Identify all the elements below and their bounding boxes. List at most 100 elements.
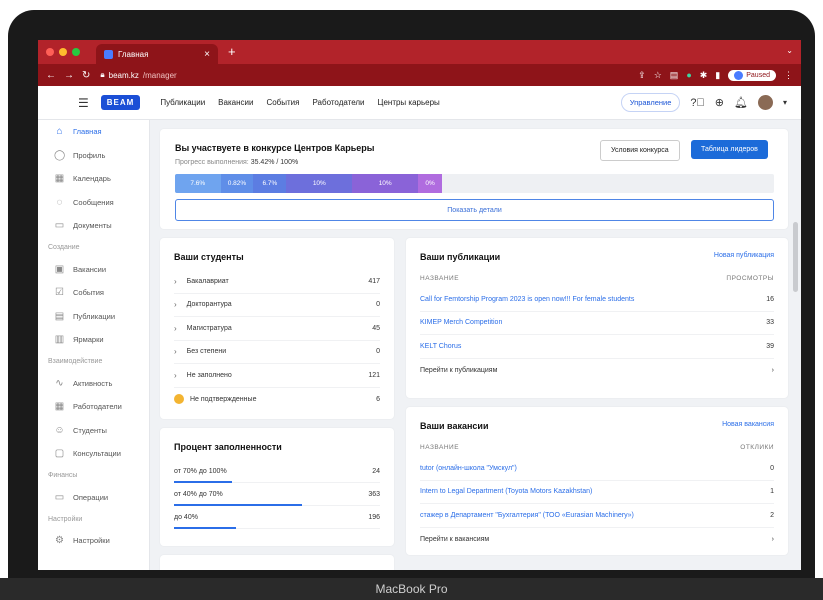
help-icon[interactable]: ?⃝ — [690, 97, 704, 109]
progress-segment: 10% — [286, 174, 353, 193]
menu-kebab-icon[interactable]: ⋮ — [784, 70, 793, 81]
globe-icon[interactable]: ⊕ — [715, 96, 724, 109]
scrollbar-thumb[interactable] — [793, 222, 798, 292]
new-vacancy-link[interactable]: Новая вакансия — [722, 421, 774, 428]
close-tab-icon[interactable]: × — [204, 49, 210, 60]
bookmark-star-icon[interactable]: ☆ — [654, 70, 662, 81]
sidebar-item-home[interactable]: ⌂ Главная — [38, 120, 149, 144]
sidebar-item-vacancies[interactable]: ▣ Вакансии — [38, 258, 149, 282]
table-row[interactable]: › Без степени 0 — [174, 341, 380, 364]
browser-tab[interactable]: Главная × — [96, 44, 218, 64]
fill-row[interactable]: до 40% 196 — [174, 506, 380, 529]
scrollbar[interactable] — [793, 132, 798, 512]
home-icon: ⌂ — [56, 126, 63, 138]
table-row[interactable]: Не подтвержденные 6 — [174, 388, 380, 412]
nav-career-centers[interactable]: Центры карьеры — [378, 98, 440, 107]
goto-vacancies-row[interactable]: Перейти к вакансиям › — [420, 528, 774, 552]
sidebar-toggle-icon[interactable]: ▮ — [715, 70, 720, 81]
new-publication-link[interactable]: Новая публикация — [714, 252, 774, 259]
fill-title: Процент заполненности — [174, 442, 282, 452]
table-row[interactable]: стажер в Департамент "Бухгалтерия" (ТОО … — [420, 504, 774, 528]
user-avatar[interactable] — [757, 95, 773, 110]
goto-vacancies-link[interactable]: Перейти к вакансиям — [420, 536, 489, 543]
nav-employers[interactable]: Работодатели — [312, 98, 364, 107]
sidebar-item-label: Публикации — [73, 311, 116, 321]
fill-count: 24 — [372, 467, 380, 475]
nav-vacancies[interactable]: Вакансии — [218, 98, 253, 107]
back-icon[interactable]: ← — [46, 70, 56, 81]
sidebar-item-consultations[interactable]: ▢ Консультации — [38, 442, 149, 466]
manage-button[interactable]: Управление — [620, 93, 681, 112]
nav-events[interactable]: События — [266, 98, 299, 107]
reload-icon[interactable]: ↻ — [82, 70, 90, 81]
contest-terms-button[interactable]: Условия конкурса — [600, 140, 680, 161]
forward-icon[interactable]: → — [64, 70, 74, 81]
vacancy-link[interactable]: стажер в Департамент "Бухгалтерия" (ТОО … — [420, 512, 634, 519]
url-field[interactable]: 🔒︎ beam.kz/manager — [100, 70, 176, 80]
sidebar-item-settings[interactable]: ⚙ Настройки — [38, 529, 149, 553]
leaderboard-button[interactable]: Таблица лидеров — [691, 140, 768, 159]
screen: Главная × + ⌄ ← → ↻ 🔒︎ beam.kz/manager ⇪… — [38, 40, 801, 570]
sidebar-item-fairs[interactable]: ▥ Ярмарки — [38, 328, 149, 352]
bell-icon[interactable]: 🔔︎ — [734, 96, 748, 109]
table-row[interactable]: › Не заполнено 121 — [174, 364, 380, 388]
sidebar-section-settings: Настройки — [48, 515, 83, 523]
fill-row[interactable]: от 40% до 70% 363 — [174, 483, 380, 506]
table-row[interactable]: › Бакалавриат 417 — [174, 270, 380, 294]
nav-publications[interactable]: Публикации — [160, 98, 205, 107]
publication-link[interactable]: KIMEP Merch Competition — [420, 319, 502, 326]
vacancy-link[interactable]: Intern to Legal Department (Toyota Motor… — [420, 488, 592, 495]
publication-link[interactable]: Call for Femtorship Program 2023 is open… — [420, 296, 634, 303]
table-row[interactable]: tutor (онлайн-школа "Умскул") 0 — [420, 457, 774, 481]
table-row[interactable]: Call for Femtorship Program 2023 is open… — [420, 288, 774, 312]
sidebar-section-create: Создание — [48, 244, 80, 251]
goto-publications-row[interactable]: Перейти к публикациям › — [420, 359, 774, 383]
sidebar-item-messages[interactable]: ◌ Сообщения — [38, 191, 149, 215]
sidebar-item-operations[interactable]: ▭ Операции — [38, 486, 149, 510]
goto-publications-link[interactable]: Перейти к публикациям — [420, 367, 497, 374]
hamburger-menu-icon[interactable]: ☰ — [78, 96, 89, 110]
chevron-right-icon: › — [174, 323, 177, 333]
table-row[interactable]: › Магистратура 45 — [174, 317, 380, 341]
fill-row[interactable]: от 70% до 100% 24 — [174, 460, 380, 483]
table-row[interactable]: Intern to Legal Department (Toyota Motor… — [420, 481, 774, 504]
puzzle-icon[interactable]: ✱ — [700, 70, 708, 81]
maximize-window-button[interactable] — [72, 48, 80, 56]
sidebar-item-label: Главная — [73, 127, 102, 137]
sidebar-item-profile[interactable]: ◯ Профиль — [38, 144, 149, 168]
app-header: ☰ BEAM Публикации Вакансии События Работ… — [38, 86, 801, 120]
sidebar-item-label: Консультации — [73, 449, 121, 459]
logo[interactable]: BEAM — [100, 95, 141, 110]
show-details-button[interactable]: Показать детали — [175, 199, 774, 221]
table-row[interactable]: KELT Chorus 39 — [420, 335, 774, 359]
tab-search-icon[interactable]: ⌄ — [786, 46, 793, 55]
chevron-down-icon[interactable]: ▾ — [783, 98, 787, 107]
sidebar-item-documents[interactable]: ▭ Документы — [38, 214, 149, 238]
table-row[interactable]: › Докторантура 0 — [174, 294, 380, 317]
extension-icon[interactable]: ▤ — [670, 70, 679, 81]
students-card: Ваши студенты › Бакалавриат 417 › Докторант… — [160, 238, 394, 419]
profile-button[interactable]: Paused — [728, 69, 776, 81]
vacancy-link[interactable]: tutor (онлайн-школа "Умскул") — [420, 465, 517, 472]
share-icon[interactable]: ⇪ — [638, 70, 646, 81]
new-tab-icon[interactable]: + — [228, 44, 236, 59]
profile-label: Paused — [746, 71, 770, 79]
publication-views: 33 — [766, 319, 774, 327]
sidebar-item-employers[interactable]: ▦ Работодатели — [38, 395, 149, 419]
sidebar-item-label: Документы — [73, 221, 112, 231]
fill-range: от 70% до 100% — [174, 467, 227, 475]
sidebar-item-label: Профиль — [73, 150, 106, 160]
sidebar-item-students[interactable]: ☺ Студенты — [38, 419, 149, 443]
publication-link[interactable]: KELT Chorus — [420, 343, 461, 350]
sidebar-item-publications[interactable]: ▤ Публикации — [38, 305, 149, 329]
sidebar-section-interaction: Взаимодействие — [48, 358, 103, 365]
sidebar-item-activity[interactable]: ∿ Активность — [38, 372, 149, 396]
extension-dot-icon[interactable]: ● — [686, 70, 691, 80]
sidebar-item-events[interactable]: ☑ События — [38, 281, 149, 305]
fill-range: от 40% до 70% — [174, 490, 223, 498]
sidebar-item-calendar[interactable]: ▦ Календарь — [38, 167, 149, 191]
publication-icon: ▤ — [54, 310, 65, 322]
minimize-window-button[interactable] — [59, 48, 67, 56]
close-window-button[interactable] — [46, 48, 54, 56]
table-row[interactable]: KIMEP Merch Competition 33 — [420, 312, 774, 335]
